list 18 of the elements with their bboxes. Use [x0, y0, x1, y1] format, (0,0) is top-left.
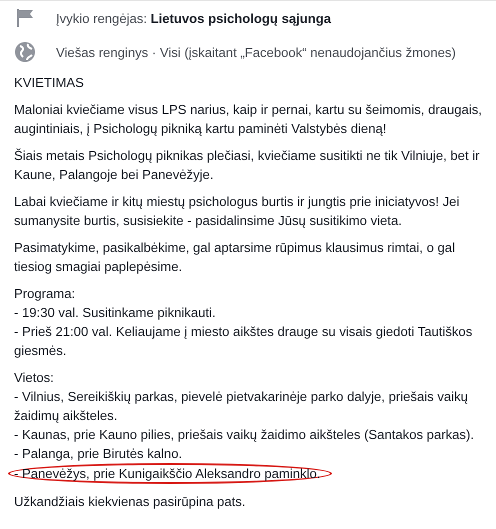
organizer-text: Įvykio rengėjas: Lietuvos psichologų sąjunga — [56, 10, 332, 26]
list-item: - Vilnius, Sereikiškių parkas, pievelė pietvakarinėje parko dalyje, priešais vaikų žaidimų aikšteles. — [14, 388, 469, 425]
circled-list-item: - Panevėžys, prie Kunigaikščio Aleksandro paminklo. — [8, 463, 332, 484]
list-item: - Kaunas, prie Kauno pilies, priešais vaikų žaidimo aikšteles (Santakos parkas). — [14, 426, 475, 444]
flag-icon — [14, 7, 36, 29]
description-paragraph: Pasimatykime, pasikalbėkime, gal aptarsime rūpimus klausimus rimtai, o gal tiesiog smagiai paplepėsime. — [14, 239, 456, 276]
list-item: - Prieš 21:00 val. Keliaujame į miesto aikštes drauge su visais giedoti Tautiškos giesmės. — [14, 323, 474, 360]
description-paragraph: Šiais metais Psichologų piknikas plečiasi, kviečiame susitikti ne tik Vilniuje, bet ir Kaune, Palangoje bei Panevėžyje. — [14, 147, 481, 184]
description-paragraph: Užkandžiais kiekvienas pasirūpina pats. — [14, 493, 246, 511]
list-heading: Programa: — [14, 285, 76, 303]
list-item: - 19:30 val. Susitinkame piknikauti. — [14, 304, 217, 322]
privacy-text: Viešas renginys · Visi (įskaitant „Facebook“ nenaudojančius žmones) — [56, 44, 456, 60]
description-title: KVIETIMAS — [14, 74, 85, 92]
description-paragraph: Labai kviečiame ir kitų miestų psichologus burtis ir jungtis prie iniciatyvos! Jei sumanysite burtis, susisiekite - pasidalinsime Jūsų susitikimo vieta. — [14, 193, 460, 230]
list-heading: Vietos: — [14, 369, 55, 387]
list-item: - Palanga, prie Birutės kalno. — [14, 445, 184, 463]
globe-icon — [14, 41, 36, 63]
description-paragraph: Maloniai kviečiame visus LPS narius, kaip ir pernai, kartu su šeimomis, draugais, augintiniais, į Psichologų pikniką kartu paminėti Valstybės dieną! — [14, 101, 482, 138]
